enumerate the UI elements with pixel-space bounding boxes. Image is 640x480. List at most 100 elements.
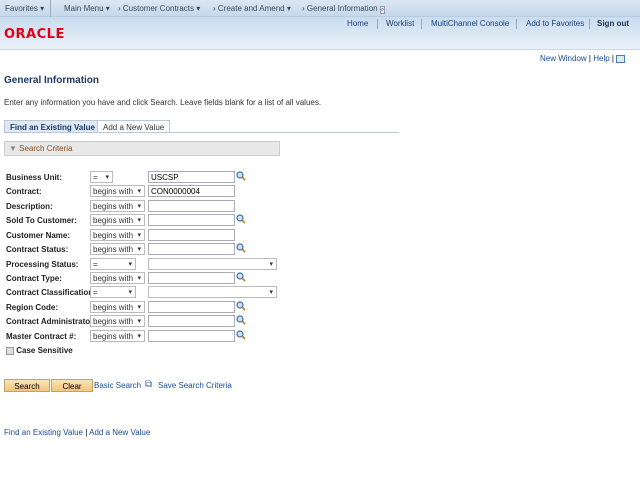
search-button[interactable]: Search <box>4 379 50 392</box>
value-input[interactable] <box>148 301 235 313</box>
save-search-criteria-link[interactable]: Save Search Criteria <box>158 381 232 390</box>
divider <box>50 0 51 17</box>
lookup-magnifier-icon[interactable] <box>236 330 246 342</box>
operator-select[interactable]: = ▾ <box>90 171 113 183</box>
search-criteria-title: Search Criteria <box>19 144 73 153</box>
page-title: General Information <box>4 75 100 86</box>
clear-button[interactable]: Clear <box>51 379 93 392</box>
divider <box>516 19 517 29</box>
field-label: Contract: <box>6 187 42 196</box>
chevron-down-icon: ▾ <box>105 174 109 181</box>
divider <box>377 19 378 29</box>
multichannel-console-link[interactable]: MultiChannel Console <box>431 19 509 28</box>
chevron-down-icon: ▾ <box>137 246 141 253</box>
value-input[interactable] <box>148 214 235 226</box>
chevron-down-icon: ▾ <box>137 275 141 282</box>
breadcrumb-label: Create and Amend <box>217 4 285 13</box>
value-input[interactable] <box>148 315 235 327</box>
chevron-down-icon: ▾ <box>128 261 132 268</box>
collapse-triangle-icon: ▼ <box>9 144 17 153</box>
basic-search-link[interactable]: Basic Search <box>94 381 141 390</box>
operator-select[interactable]: = ▾ <box>90 258 136 270</box>
search-criteria-header[interactable]: ▼ Search Criteria <box>4 141 280 156</box>
operator-select[interactable]: begins with ▾ <box>90 214 145 226</box>
operator-select[interactable]: begins with ▾ <box>90 272 145 284</box>
lookup-magnifier-icon[interactable] <box>236 315 246 327</box>
save-search-icon: ⧉ <box>145 379 153 390</box>
lookup-magnifier-icon[interactable] <box>236 301 246 313</box>
value-input[interactable] <box>148 330 235 342</box>
field-label: Master Contract #: <box>6 332 77 341</box>
top-menu-bar: Favorites ▾ Main Menu ▾ › Customer Contr… <box>0 0 640 17</box>
operator-select[interactable]: begins with ▾ <box>90 200 145 212</box>
operator-value: begins with <box>93 245 134 254</box>
chevron-down-icon: ▾ <box>269 261 273 268</box>
operator-select[interactable]: begins with ▾ <box>90 243 145 255</box>
favorites-menu[interactable]: Favorites ▾ <box>5 4 44 13</box>
footer-add-new-link[interactable]: Add a New Value <box>89 428 150 437</box>
sign-out-link[interactable]: Sign out <box>597 19 629 28</box>
field-label: Customer Name: <box>6 231 71 240</box>
operator-value: begins with <box>93 216 134 225</box>
chevron-down-icon: ▾ <box>137 203 141 210</box>
operator-value: begins with <box>93 187 134 196</box>
new-window-link[interactable]: New Window <box>540 54 587 63</box>
tab-divider <box>4 132 399 133</box>
operator-value: begins with <box>93 202 134 211</box>
page-bar: New Window | Help | <box>540 54 626 63</box>
operator-value: begins with <box>93 303 134 312</box>
field-label: Contract Type: <box>6 274 62 283</box>
operator-value: begins with <box>93 231 134 240</box>
worklist-link[interactable]: Worklist <box>386 19 414 28</box>
footer-find-existing-link[interactable]: Find an Existing Value <box>4 428 83 437</box>
personalize-page-icon[interactable] <box>616 54 626 63</box>
field-label: Business Unit: <box>6 173 63 182</box>
oracle-logo: ORACLE <box>4 27 65 42</box>
breadcrumb-general-information[interactable]: › General Information ⌕ <box>302 4 386 14</box>
value-input[interactable] <box>148 229 235 241</box>
operator-value: begins with <box>93 317 134 326</box>
operator-value: = <box>93 288 98 297</box>
value-input[interactable] <box>148 243 235 255</box>
field-label: Description: <box>6 202 53 211</box>
operator-select[interactable]: begins with ▾ <box>90 315 145 327</box>
main-menu-label: Main Menu <box>64 4 104 13</box>
operator-select[interactable]: begins with ▾ <box>90 301 145 313</box>
operator-select[interactable]: = ▾ <box>90 286 136 298</box>
chevron-down-icon: ▾ <box>137 333 141 340</box>
breadcrumb-create-amend[interactable]: › Create and Amend ▾ <box>213 4 291 13</box>
operator-select[interactable]: begins with ▾ <box>90 185 145 197</box>
lookup-magnifier-icon[interactable] <box>236 171 246 183</box>
field-label: Sold To Customer: <box>6 216 77 225</box>
breadcrumb-label: Customer Contracts <box>122 4 195 13</box>
footer-links: Find an Existing Value | Add a New Value <box>4 428 151 437</box>
value-input[interactable]: USCSP <box>148 171 235 183</box>
lookup-magnifier-icon[interactable] <box>236 243 246 255</box>
value-select[interactable]: ▾ <box>148 258 277 270</box>
value-select[interactable]: ▾ <box>148 286 277 298</box>
value-input[interactable]: CON0000004 <box>148 185 235 197</box>
value-input[interactable] <box>148 272 235 284</box>
operator-select[interactable]: begins with ▾ <box>90 330 145 342</box>
add-to-favorites-link[interactable]: Add to Favorites <box>526 19 584 28</box>
help-link[interactable]: Help <box>593 54 609 63</box>
main-menu[interactable]: Main Menu ▾ <box>64 4 110 13</box>
chevron-down-icon: ▾ <box>137 304 141 311</box>
lookup-magnifier-icon[interactable] <box>236 272 246 284</box>
value-input[interactable] <box>148 200 235 212</box>
chevron-down-icon: ▾ <box>137 318 141 325</box>
chevron-down-icon: ▾ <box>269 289 273 296</box>
lookup-magnifier-icon[interactable] <box>236 214 246 226</box>
breadcrumb-customer-contracts[interactable]: › Customer Contracts ▾ <box>118 4 200 13</box>
field-label: Processing Status: <box>6 260 79 269</box>
home-link[interactable]: Home <box>347 19 368 28</box>
checkbox-box[interactable] <box>6 346 14 355</box>
operator-select[interactable]: begins with ▾ <box>90 229 145 241</box>
header: Home Worklist MultiChannel Console Add t… <box>0 17 640 50</box>
page-icon: ⌕ <box>379 6 386 14</box>
case-sensitive-checkbox[interactable]: Case Sensitive <box>6 346 73 355</box>
operator-value: = <box>93 260 98 269</box>
divider <box>589 19 590 29</box>
field-label: Contract Administrator: <box>6 317 96 326</box>
operator-value: begins with <box>93 332 134 341</box>
